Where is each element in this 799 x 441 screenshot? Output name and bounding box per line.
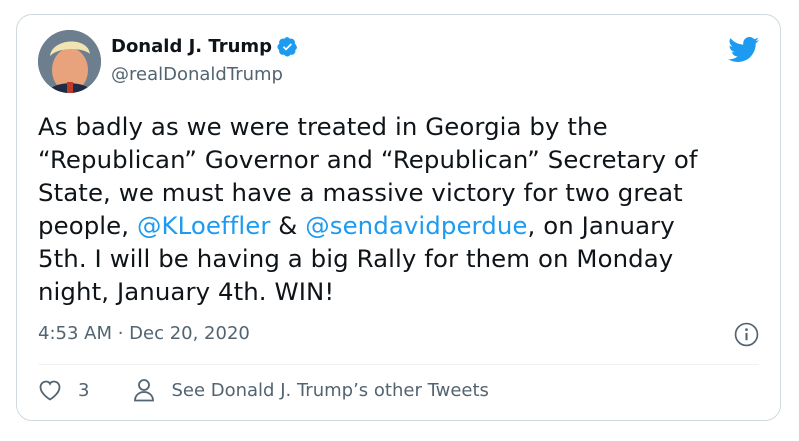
twitter-bird-icon[interactable] — [728, 37, 760, 63]
divider — [38, 364, 759, 365]
like-count: 3 — [78, 379, 90, 401]
avatar-image — [38, 30, 101, 93]
mention-link[interactable]: @sendavidperdue — [305, 211, 527, 240]
tweet-text-line: As badly as we were treated in Georgia b… — [38, 110, 763, 143]
avatar[interactable] — [38, 30, 101, 93]
tweet-timestamp[interactable]: 4:53 AM · Dec 20, 2020 — [38, 323, 250, 344]
heart-icon — [39, 380, 61, 401]
tweet-text-segment: “Republican” Governor and “Republican” S… — [38, 145, 698, 174]
tweet-text-segment: & — [270, 211, 306, 240]
tweet-text-line: night, January 4th. WIN! — [38, 275, 763, 308]
person-icon — [134, 379, 155, 402]
tweet-text-line: “Republican” Governor and “Republican” S… — [38, 143, 763, 176]
tweet-text-line: State, we must have a massive victory fo… — [38, 176, 763, 209]
like-button[interactable]: 3 — [38, 379, 89, 401]
tweet-text-segment: , on January — [527, 211, 675, 240]
tweet-text: As badly as we were treated in Georgia b… — [38, 110, 763, 308]
info-icon[interactable] — [734, 322, 759, 347]
author-name-row[interactable]: Donald J. Trump — [111, 36, 298, 57]
see-other-tweets-link[interactable]: See Donald J. Trump’s other Tweets — [89, 378, 489, 402]
verified-badge-icon — [277, 37, 298, 57]
tweet-text-segment: 5th. I will be having a big Rally for th… — [38, 244, 674, 273]
tweet-text-segment: As badly as we were treated in Georgia b… — [38, 112, 608, 141]
mention-link[interactable]: @KLoeffler — [137, 211, 270, 240]
tweet-text-segment: night, January 4th. WIN! — [38, 277, 335, 306]
tweet-actions: 3 See Donald J. Trump’s other Tweets — [38, 378, 489, 402]
tweet-text-segment: people, — [38, 211, 137, 240]
see-other-tweets-label: See Donald J. Trump’s other Tweets — [171, 379, 489, 401]
tweet-card[interactable]: Donald J. Trump @realDonaldTrump As badl… — [16, 14, 781, 421]
display-name[interactable]: Donald J. Trump — [111, 36, 272, 57]
tweet-text-line: people, @KLoeffler & @sendavidperdue, on… — [38, 209, 763, 242]
tweet-text-segment: State, we must have a massive victory fo… — [38, 178, 683, 207]
tweet-text-line: 5th. I will be having a big Rally for th… — [38, 242, 763, 275]
user-handle[interactable]: @realDonaldTrump — [111, 64, 283, 85]
